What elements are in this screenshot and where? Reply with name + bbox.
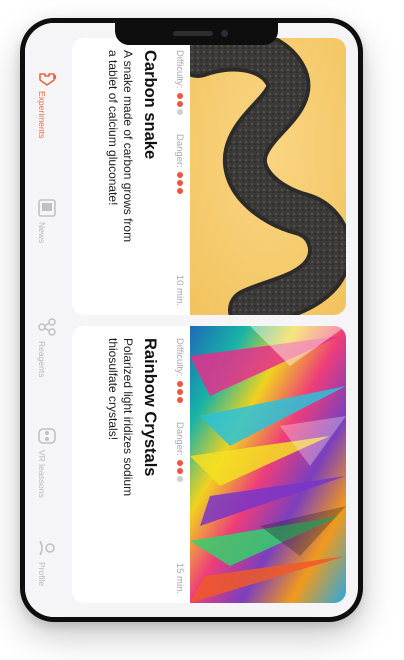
difficulty-rating (174, 93, 185, 117)
profile-icon (39, 540, 55, 556)
vr-headset-icon (38, 428, 56, 444)
molecule-icon (38, 318, 56, 336)
tab-label-experiments: Experiments (37, 91, 47, 139)
card-description: A snake made of carbon grows from a tabl… (106, 50, 136, 243)
difficulty-label: Difficulty: (174, 338, 185, 377)
duration-text: 10 min. (174, 274, 185, 306)
tab-label-profile: Profile (37, 562, 47, 587)
experiment-card-carbon-snake[interactable]: Difficulty: Danger: 10 min. Carbon snake… (72, 38, 346, 315)
phone-frame: Experiments News Reagents VR leassons Pr… (20, 18, 363, 622)
tab-label-news: News (37, 222, 47, 244)
difficulty-rating (174, 381, 185, 405)
danger-rating (174, 172, 185, 196)
app-screen: Experiments News Reagents VR leassons Pr… (25, 23, 358, 617)
experiment-card-rainbow-crystals[interactable]: Difficulty: Danger: 15 min. Rainbow Crys… (72, 326, 346, 603)
tab-vr-lessons[interactable]: VR leassons (25, 426, 69, 526)
card-title: Rainbow Crystals (141, 338, 159, 477)
danger-label: Danger: (174, 134, 185, 168)
front-camera (221, 30, 228, 37)
device-notch (115, 23, 278, 45)
card-title: Carbon snake (141, 50, 159, 160)
flask-icon (39, 73, 56, 86)
speaker-grille (173, 31, 213, 36)
danger-rating (174, 460, 185, 484)
tab-experiments[interactable]: Experiments (25, 67, 69, 167)
tab-bar: Experiments News Reagents VR leassons Pr… (25, 23, 69, 617)
duration-text: 15 min. (174, 562, 185, 594)
tab-label-vr-lessons: VR leassons (37, 450, 47, 498)
news-icon (38, 199, 56, 217)
card-description: Polarized light iridizes sodium thiosulf… (106, 338, 136, 497)
tab-profile[interactable]: Profile (25, 538, 69, 617)
difficulty-label: Difficulty: (174, 50, 185, 89)
carbon-snake-photo (190, 38, 346, 315)
rainbow-crystals-photo (190, 326, 346, 603)
tab-label-reagents: Reagents (37, 341, 47, 378)
danger-label: Danger: (174, 422, 185, 456)
tab-reagents[interactable]: Reagents (25, 317, 69, 417)
tab-news[interactable]: News (25, 198, 69, 298)
